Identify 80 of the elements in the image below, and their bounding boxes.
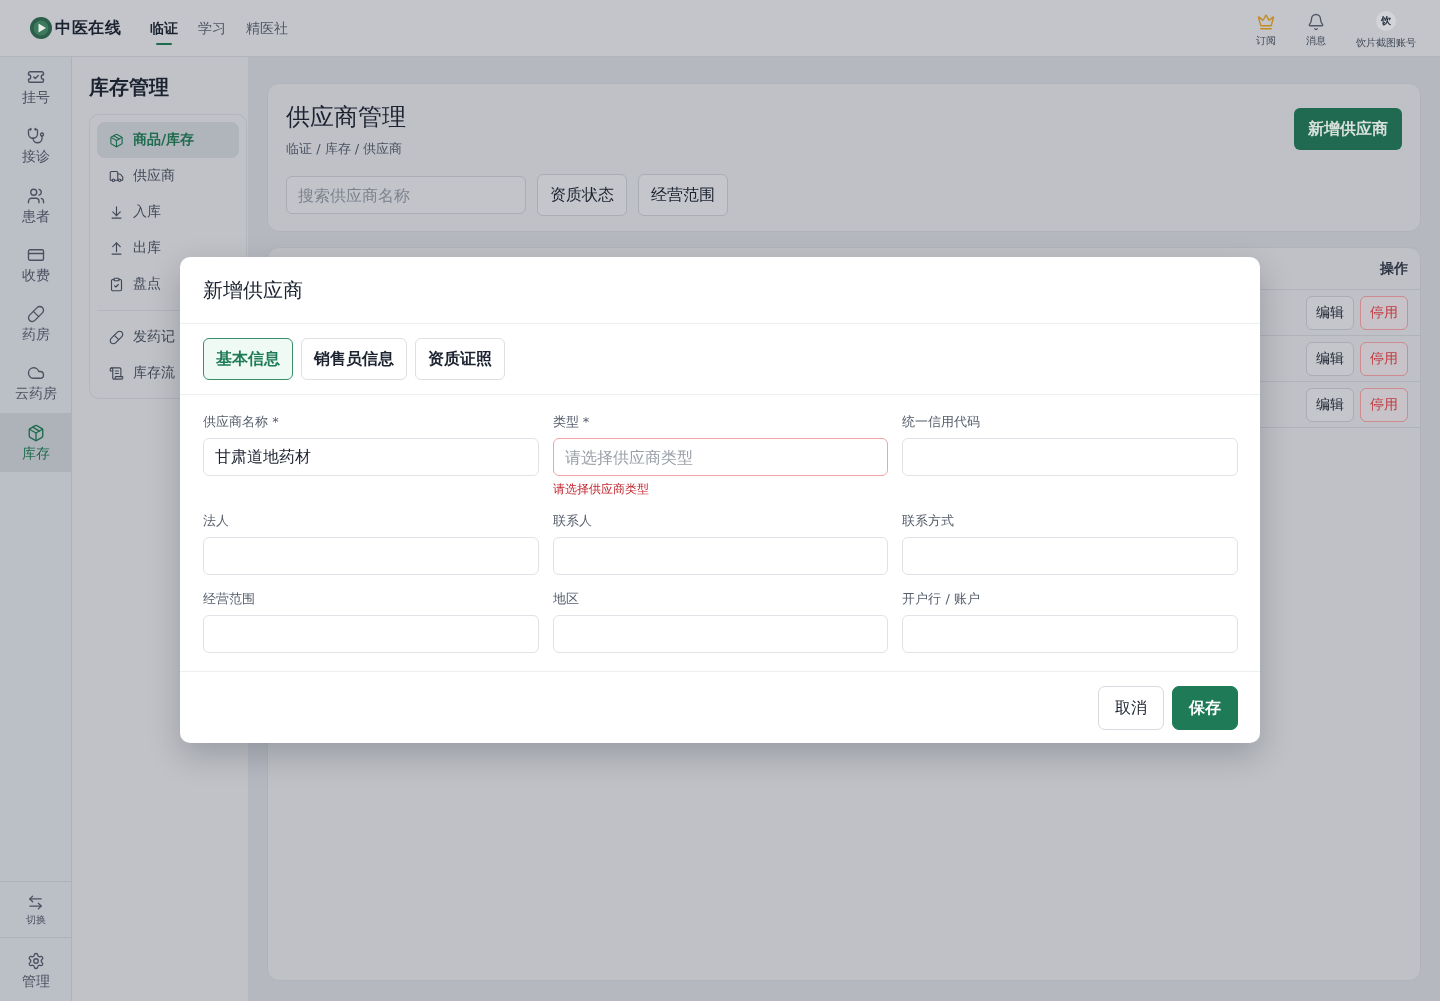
sidebar-item[interactable]: 库存 — [0, 412, 71, 473]
column-header: 操作 — [1380, 259, 1408, 278]
error-message: 请选择供应商类型 — [552, 481, 650, 497]
clipboard-check-icon — [109, 276, 124, 292]
sidebar-item[interactable]: 患者 — [0, 175, 71, 235]
dialog-title: 新增供应商 — [203, 276, 303, 304]
input-field[interactable] — [552, 537, 889, 575]
tab[interactable]: 资质证照 — [415, 338, 505, 380]
edit-button[interactable]: 编辑 — [1306, 341, 1354, 376]
search-field[interactable]: 搜索供应商名称 — [286, 176, 526, 214]
submenu-item[interactable]: 商品/库存 — [97, 122, 239, 158]
field-label: 开户行 / 账户 — [902, 590, 981, 608]
submenu-item[interactable]: 供应商 — [97, 158, 177, 194]
input-field[interactable] — [902, 615, 1238, 653]
sidebar-item[interactable]: 管理 — [0, 937, 71, 1001]
edit-button[interactable]: 编辑 — [1306, 387, 1354, 422]
submenu-item[interactable]: 入库 — [97, 194, 163, 230]
toolbar-button[interactable]: 订阅 — [1256, 0, 1276, 47]
add-supplier-button[interactable]: 新增供应商 — [1294, 108, 1402, 150]
input-field[interactable] — [203, 615, 539, 653]
pill-icon — [109, 329, 124, 345]
tab[interactable]: 销售员信息 — [301, 338, 407, 380]
filter-button[interactable]: 经营范围 — [638, 174, 728, 216]
page-title: 供应商管理 — [286, 102, 407, 133]
submenu-item[interactable]: 发药记 — [97, 319, 177, 355]
filter-button[interactable]: 资质状态 — [537, 174, 627, 216]
disable-button[interactable]: 停用 — [1360, 387, 1408, 422]
submenu-item[interactable]: 库存流 — [97, 355, 177, 391]
sidebar-item[interactable]: 云药房 — [0, 353, 71, 413]
field-label: 类型 * — [552, 413, 591, 431]
breadcrumb: 临证 / 库存 / 供应商 — [286, 140, 404, 158]
field-label: 地区 — [552, 590, 580, 608]
package-icon — [109, 132, 124, 148]
account-button[interactable]: 饮 饮片截图账号 — [1356, 0, 1416, 49]
users-icon — [26, 186, 45, 205]
field-label: 经营范围 — [203, 590, 256, 608]
cancel-button[interactable]: 取消 — [1098, 686, 1164, 730]
settings-icon — [26, 952, 45, 970]
arrow-up-icon — [109, 240, 124, 256]
avatar: 饮 — [1376, 11, 1396, 31]
sidebar-item[interactable]: 切换 — [0, 881, 71, 937]
tab[interactable]: 基本信息 — [203, 338, 293, 380]
sidebar-item[interactable]: 接诊 — [0, 116, 71, 176]
field-label: 联系方式 — [902, 512, 956, 530]
input-field[interactable] — [902, 537, 1238, 575]
disable-button[interactable]: 停用 — [1360, 295, 1408, 330]
submenu-item[interactable]: 盘点 — [97, 266, 163, 302]
nav-tab[interactable]: 精医社 — [246, 13, 288, 47]
field-label: 联系人 — [552, 512, 593, 530]
scroll-icon — [109, 365, 124, 381]
input-field[interactable] — [203, 537, 539, 575]
ticket-icon — [26, 68, 45, 86]
nav-tab[interactable]: 临证 — [150, 13, 178, 47]
toolbar-button[interactable]: 消息 — [1306, 0, 1326, 47]
input-field[interactable]: 请选择供应商类型 — [552, 438, 889, 476]
bell-icon — [1307, 13, 1325, 31]
input-field[interactable] — [902, 438, 1238, 476]
input-field[interactable]: 甘肃道地药材 — [203, 438, 539, 476]
input-field[interactable] — [552, 615, 889, 653]
sidebar-item[interactable]: 挂号 — [0, 57, 71, 117]
logo-text: 中医在线 — [55, 17, 121, 39]
logo-icon — [30, 17, 52, 39]
save-button[interactable]: 保存 — [1172, 686, 1238, 730]
arrow-down-icon — [109, 204, 124, 220]
crown-icon — [1257, 13, 1275, 31]
field-label: 统一信用代码 — [902, 413, 982, 431]
edit-button[interactable]: 编辑 — [1306, 295, 1354, 330]
stethoscope-icon — [26, 127, 45, 146]
submenu-item[interactable]: 出库 — [97, 230, 163, 266]
swap-arrows-icon — [27, 894, 44, 911]
truck-icon — [109, 168, 124, 184]
disable-button[interactable]: 停用 — [1360, 341, 1408, 376]
field-label: 法人 — [203, 512, 230, 530]
nav-tab[interactable]: 学习 — [198, 13, 226, 47]
sidebar-item[interactable]: 收费 — [0, 234, 71, 295]
pill-icon — [26, 305, 45, 324]
sidebar-item[interactable]: 药房 — [0, 294, 71, 354]
field-label: 供应商名称 * — [203, 413, 280, 431]
package-icon — [26, 423, 45, 442]
panel-title: 库存管理 — [89, 74, 170, 101]
